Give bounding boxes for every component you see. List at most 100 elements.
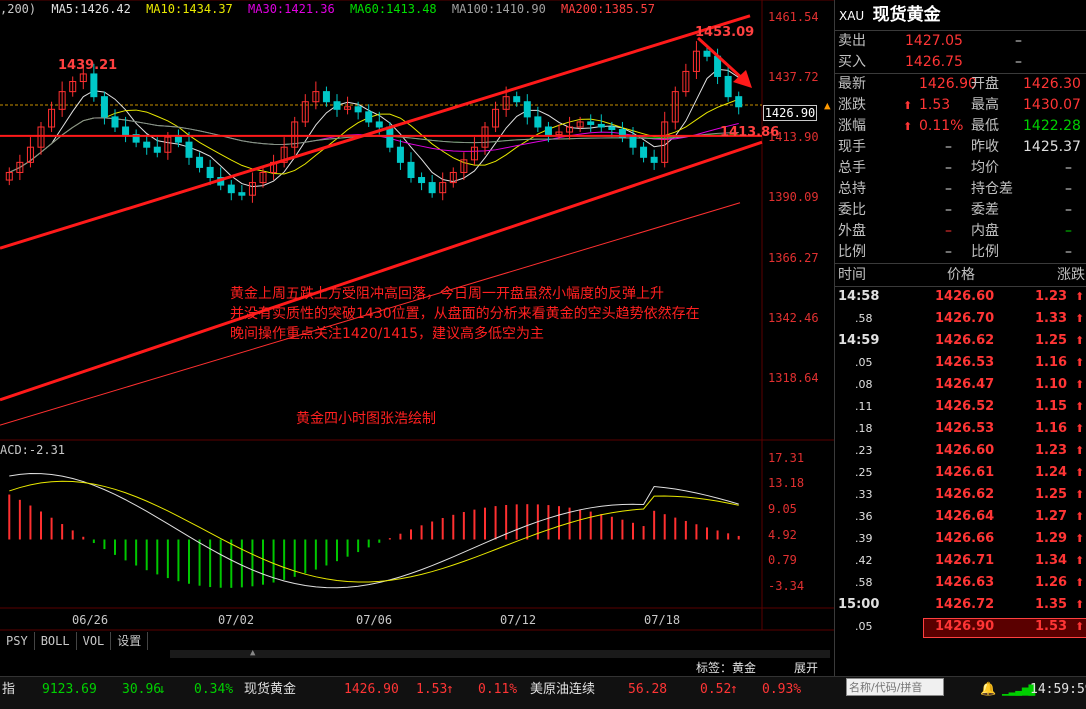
tab-psy[interactable]: PSY [0,632,35,650]
bell-icon[interactable]: 🔔 [980,679,996,701]
tick-time: .58 [855,576,873,589]
index-label: 指 [2,682,16,697]
tick-row[interactable]: .23 1426.60 1.23 ⬆ [835,440,1086,462]
tick-row[interactable]: .25 1426.61 1.24 ⬆ [835,462,1086,484]
candle-body [122,126,130,136]
tick-row[interactable]: .33 1426.62 1.25 ⬆ [835,484,1086,506]
date-tick: 07/12 [500,613,537,627]
stat-label: 涨幅 [838,118,866,134]
tick-change: 1.25 [1035,487,1068,502]
candle-body [238,192,246,196]
tick-row[interactable]: .05 1426.53 1.16 ⬆ [835,352,1086,374]
price-tick: 1390.09 [768,190,819,204]
ma60-label: MA60:1413.48 [349,2,437,16]
tick-time: 14:58 [838,289,880,304]
candle-body [386,126,394,148]
candle-body [196,156,204,168]
oil-change: 0.52 [700,682,732,697]
symbol-code: XAU [839,9,865,23]
oil-up-icon: ↑ [730,682,738,697]
candle-body [640,146,648,158]
stat-label: 内盘 [971,223,999,239]
tick-time: .23 [855,444,873,457]
stat-value: – [945,160,952,176]
tick-time: 14:59 [838,333,880,348]
tab-vol[interactable]: VOL [77,632,112,650]
search-input[interactable] [846,678,944,696]
oil-name[interactable]: 美原油连续 [530,679,595,701]
candle-body [418,177,426,184]
candle-body [513,96,521,103]
macd-tick: 4.92 [768,528,797,542]
tick-row[interactable]: .39 1426.66 1.29 ⬆ [835,528,1086,550]
up-arrow-icon: ⬆ [1075,488,1085,501]
stat-value: 1.53 [919,97,951,113]
stat-label: 外盘 [838,223,866,239]
price-tick: 1366.27 [768,251,819,265]
sell-price: 1427.05 [905,33,963,49]
tick-change: 1.23 [1035,289,1068,304]
stat-value: – [1065,244,1072,260]
price-tick: 1461.54 [768,10,819,24]
tick-change: 1.35 [1035,597,1068,612]
up-arrow-icon: ⬆ [1075,510,1085,523]
gold-value: 1426.90 [344,682,399,697]
gold-name[interactable]: 现货黄金 [244,679,296,701]
tick-time: .33 [855,488,873,501]
macd-tick: 0.79 [768,553,797,567]
tick-change: 1.15 [1035,399,1068,414]
stat-label: 委比 [838,202,866,218]
candle-body [650,156,658,163]
price-tick: 1342.46 [768,311,819,325]
tick-row[interactable]: 14:59 1426.62 1.25 ⬆ [835,330,1086,352]
date-tick: 07/18 [644,613,681,627]
expand-button[interactable]: 展开 [794,659,818,676]
scroll-up-icon[interactable]: ▲ [250,648,255,658]
col-price: 价格 [947,267,975,283]
tick-change: 1.24 [1035,465,1068,480]
stat-label: 均价 [971,160,999,176]
tick-row[interactable]: .58 1426.70 1.33 ⬆ [835,308,1086,330]
candle-body [703,50,711,57]
tick-time: .08 [855,378,873,391]
tick-row[interactable]: .42 1426.71 1.34 ⬆ [835,550,1086,572]
tick-row[interactable]: .11 1426.52 1.15 ⬆ [835,396,1086,418]
tick-row[interactable]: .05 1426.90 1.53 ⬆ [835,616,1086,638]
up-arrow-icon: ⬆ [903,99,913,112]
date-tick: 07/02 [218,613,255,627]
tick-time: .05 [855,356,873,369]
tick-row[interactable]: .18 1426.53 1.16 ⬆ [835,418,1086,440]
scrollbar[interactable]: ▲ [170,648,830,658]
candle-body [206,166,214,179]
tab-settings[interactable]: 设置 [111,632,149,650]
tick-price: 1426.72 [935,597,995,612]
tick-row[interactable]: 15:00 1426.72 1.35 ⬆ [835,594,1086,616]
sell-label: 卖出 [838,33,866,49]
price-marker-icon: ▲ [824,99,831,112]
stat-label: 涨跌 [838,97,866,113]
candle-body [428,182,436,194]
current-price-tag: 1426.90 [763,105,817,121]
up-arrow-icon: ⬆ [1075,532,1085,545]
stat-label: 最低 [971,118,999,134]
stat-value: 1422.28 [1023,118,1081,134]
stat-label: 最高 [971,97,999,113]
tick-price: 1426.52 [935,399,995,414]
stat-value: 1430.07 [1023,97,1081,113]
tick-row[interactable]: .58 1426.63 1.26 ⬆ [835,572,1086,594]
ma-legend: ,200) MA5:1426.42 MA10:1434.37 MA30:1421… [0,0,663,18]
stat-value: – [1065,202,1072,218]
tab-boll[interactable]: BOLL [35,632,77,650]
tick-row[interactable]: .08 1426.47 1.10 ⬆ [835,374,1086,396]
tick-row[interactable]: .36 1426.64 1.27 ⬆ [835,506,1086,528]
tick-row[interactable]: 14:58 1426.60 1.23 ⬆ [835,286,1086,308]
tick-price: 1426.53 [935,421,995,436]
tick-change: 1.53 [1035,619,1068,634]
quote-panel: XAU 现货黄金 卖出 1427.05 – 买入 1426.75 – 最新 142… [834,0,1086,676]
candle-body [153,146,161,153]
candle-body [322,91,330,103]
high-label-2: 1453.09 [695,25,755,40]
stat-value: – [1065,223,1072,239]
candle-body [523,101,531,118]
lower-channel-line [0,140,763,402]
